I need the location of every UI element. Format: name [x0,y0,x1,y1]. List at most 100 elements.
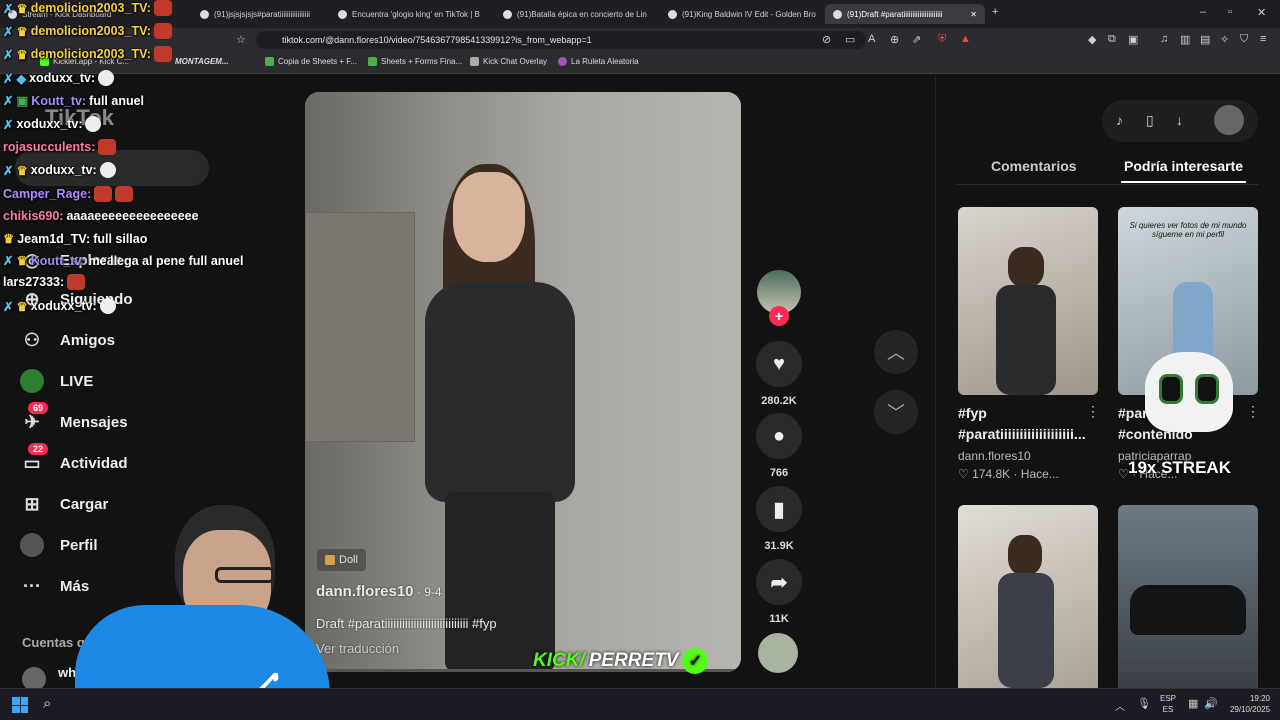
tab-video-2[interactable]: (91)Batalla épica en concierto de Lin [495,4,655,24]
rewards-icon[interactable]: ▲ [960,33,971,45]
tab-search[interactable]: Encuentra 'glogio king' en TikTok | B [330,4,490,24]
network-icon[interactable]: ▦ [1188,697,1198,710]
search-icon[interactable]: ⌕ [43,695,51,712]
translate-icon[interactable]: A [868,33,875,45]
sidebar-item-mensajes[interactable]: ✈ 69 Mensajes [20,402,128,434]
logo-square [20,705,28,713]
tiktok-icon[interactable]: ♪ [1116,112,1123,128]
chat-username: Koutt_tv: [31,93,87,108]
sword-badge-icon: ✗ [3,254,14,268]
comment-button[interactable]: ● 766 [756,413,802,479]
cast-icon[interactable]: ▭ [845,33,855,46]
new-tab-icon[interactable]: + [992,6,998,18]
volume-icon[interactable]: 🔊 [1204,697,1218,710]
chat-message: rojasucculents: [3,139,117,155]
suggested-video-card[interactable] [958,207,1098,395]
chat-text: full sillao [93,231,148,246]
chat-username: demolicion2003_TV: [30,24,151,38]
share-button[interactable]: ➦ 11K [756,559,802,625]
window-close-icon[interactable]: ✕ [1257,6,1266,19]
extension-1-icon[interactable]: ◆ [1088,33,1096,46]
sidebar-toggle-icon[interactable]: ▥ [1180,33,1190,46]
windows-start-icon[interactable] [12,697,28,713]
device-icon[interactable]: ▯ [1146,112,1154,129]
thumbnail-figure [998,573,1054,688]
kick-branding: KICK/PERRETV ✓ [533,648,709,674]
sword-badge-icon: ✗ [3,299,14,314]
sword-badge-icon: ✗ [3,94,14,108]
ruleta-favicon-icon [558,57,567,66]
zoom-icon[interactable]: ⊕ [890,33,899,46]
more-options-icon[interactable]: ⋮ [1086,403,1100,420]
chat-message: Camper_Rage: [3,186,134,202]
maximize-icon[interactable]: ▫ [1228,6,1232,18]
clock[interactable]: 19:20 29/10/2025 [1225,693,1270,715]
bookmark-button[interactable]: ▮ 31.9K [756,486,802,552]
glasses-icon [215,567,275,583]
reader-icon[interactable]: ⊘ [822,33,831,46]
logo-square [12,705,20,713]
chat-message: ✗ ▣ Koutt_tv: full anuel [3,93,144,109]
media-icon[interactable]: ♫ [1160,33,1168,45]
extension-2-icon[interactable]: ▣ [1128,33,1138,46]
sidebar-item-amigos[interactable]: ⚇ Amigos [20,328,115,352]
next-video-button[interactable]: ﹀ [874,390,918,434]
microphone-icon[interactable]: 🎙 [1137,697,1151,710]
sidebar-item-live[interactable]: LIVE [20,369,93,393]
messages-badge: 69 [28,402,49,414]
chevron-up-icon[interactable]: ︿ [1115,698,1125,713]
creator-avatar[interactable]: + [756,270,802,326]
bookmark-sheets-forms[interactable]: Sheets + Forms Fina... [368,57,462,66]
extensions-icon[interactable]: ⧉ [1108,33,1116,46]
video-player[interactable]: Doll dann.flores10 · 9-4 Draft #paratiii… [305,92,741,672]
bookmark-chat-overlay[interactable]: Kick Chat Overlay [470,57,547,66]
tab-label: (91)Batalla épica en concierto de Lin [517,9,647,19]
tiktok-favicon-icon [668,9,677,19]
share-page-icon[interactable]: ⇗ [912,33,921,46]
suggested-video-card[interactable] [958,505,1098,693]
tab-podria-interesarte[interactable]: Podría interesarte [1124,158,1243,174]
wallet-icon[interactable]: ▤ [1200,33,1210,46]
leo-icon[interactable]: ✧ [1220,33,1229,46]
skull-emote-icon [98,70,115,86]
more-options-icon[interactable]: ⋮ [1246,403,1260,420]
post-date: · 9-4 [413,585,442,599]
chat-message: ✗ xoduxx_tv: [3,116,102,132]
globe-icon [470,57,479,66]
like-button[interactable]: ♥ 280.2K [756,341,802,407]
video-person [453,172,525,262]
vpn-icon[interactable]: ⛉ [1240,33,1248,46]
close-tab-icon[interactable]: ✕ [970,10,977,19]
language-indicator[interactable]: ESP ES [1160,693,1176,715]
chat-username: lars27333: [3,275,65,289]
chat-message: ✗ ♛ Koutt_tv: me llega al pene full anuel [3,253,243,269]
tab-active[interactable]: (91)Draft #paratiiiiiiiiiiiiiiiiiiiiii ✕ [825,4,985,24]
minimize-icon[interactable]: – [1200,6,1206,18]
sword-badge-icon: ✗ [3,47,14,62]
chevron-down-icon: ﹀ [887,403,905,423]
heart-icon: ♥ [756,341,802,387]
menu-icon[interactable]: ≡ [1260,33,1266,45]
avatar [20,533,44,557]
card-username[interactable]: dann.flores10 [958,449,1031,463]
sidebar-item-actividad[interactable]: ▭ 22 Actividad [20,443,128,475]
video-author[interactable]: dann.flores10 · 9-4 [316,583,442,600]
tab-video-3[interactable]: (91)King Baldwin IV Edit - Golden Bro [660,4,820,24]
previous-video-button[interactable]: ︿ [874,330,918,374]
user-avatar[interactable] [1214,105,1244,135]
crown-badge-icon: ♛ [16,1,28,16]
chat-username: xoduxx_tv: [16,117,83,131]
share-icon: ➦ [756,559,802,605]
card-title[interactable]: #fyp [958,405,1088,421]
brave-shield-icon[interactable]: ⛨ [938,33,946,46]
follow-plus-icon[interactable]: + [769,306,789,326]
music-disc-icon[interactable] [758,633,798,673]
bookmark-ruleta[interactable]: La Ruleta Aleatoria [558,57,639,66]
download-icon[interactable]: ↓ [1176,112,1183,128]
bookmark-label: La Ruleta Aleatoria [571,57,639,66]
sidebar-item-label: Amigos [60,331,116,349]
sidebar-item-label: Actividad [60,454,128,472]
suggested-video-card[interactable] [1118,505,1258,693]
url-field[interactable]: tiktok.com/@dann.flores10/video/75463677… [256,31,866,49]
tab-comentarios[interactable]: Comentarios [991,158,1077,174]
